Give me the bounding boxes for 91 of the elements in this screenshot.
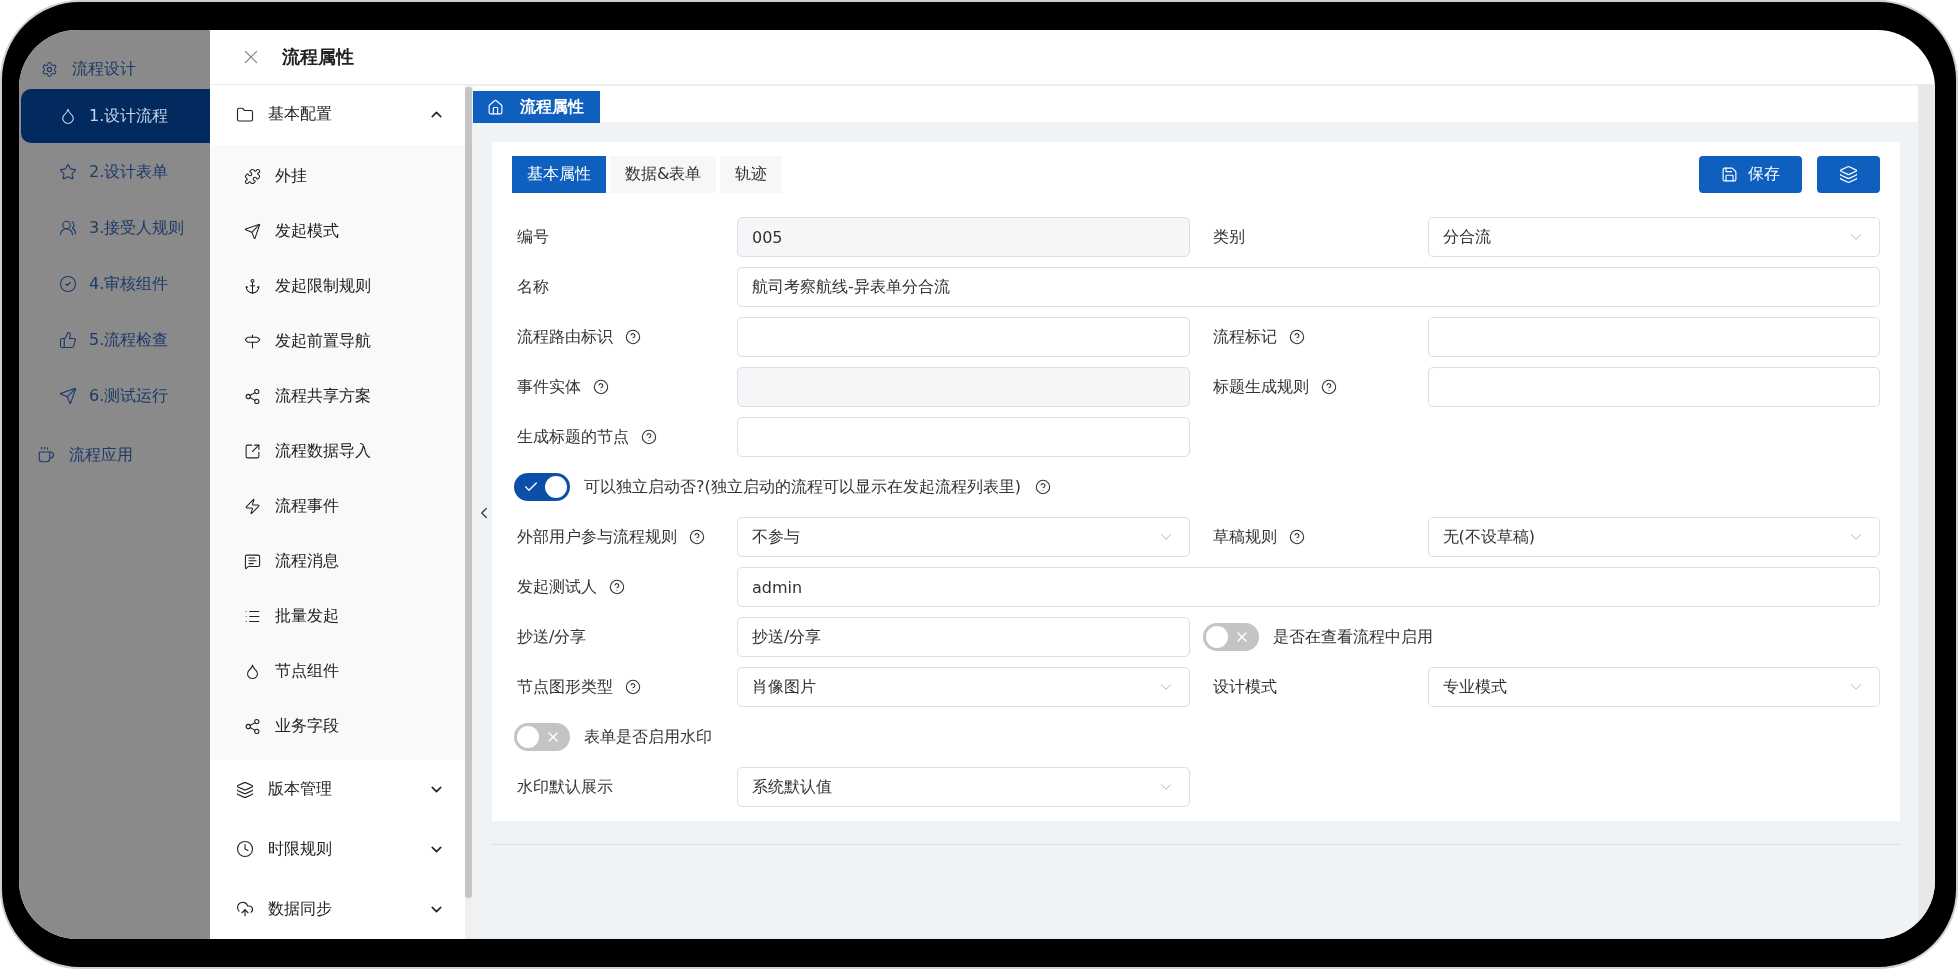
menu-item[interactable]: 批量发起: [210, 588, 465, 644]
message-icon: [244, 552, 261, 570]
help-icon[interactable]: [641, 429, 657, 445]
field-label: 设计模式: [1212, 676, 1277, 698]
signpost-icon: [244, 332, 261, 350]
help-icon[interactable]: [609, 579, 625, 595]
menu-item[interactable]: 流程数据导入: [210, 423, 465, 479]
home-icon: [487, 98, 504, 116]
help-icon[interactable]: [1288, 329, 1305, 345]
text-input[interactable]: [737, 367, 1190, 407]
nav-title: 流程设计: [72, 58, 136, 80]
tab[interactable]: 数据&表单: [610, 156, 717, 193]
toggle-label: 表单是否启用水印: [584, 726, 712, 748]
help-icon[interactable]: [1035, 479, 1051, 495]
help-icon[interactable]: [689, 529, 705, 545]
field-label: 水印默认展示: [517, 776, 613, 798]
text-input[interactable]: 航司考察航线-异表单分合流: [737, 267, 1880, 307]
select-field[interactable]: 无(不设草稿): [1427, 517, 1880, 557]
clock-icon: [236, 840, 254, 859]
folder-icon: [236, 105, 254, 124]
menu-item[interactable]: 业务字段: [210, 698, 465, 754]
menu-item[interactable]: 发起模式: [210, 203, 465, 259]
text-input[interactable]: [737, 417, 1190, 457]
field-label: 草稿规则: [1212, 526, 1277, 548]
menu-item[interactable]: 发起前置导航: [210, 313, 465, 369]
layers-icon: [1839, 165, 1858, 184]
puzzle-icon: [244, 167, 261, 185]
share-icon: [244, 387, 261, 405]
toggle-switch[interactable]: [1202, 623, 1259, 651]
text-input[interactable]: [1427, 367, 1880, 407]
select-field[interactable]: 不参与: [737, 517, 1190, 557]
select-field[interactable]: 专业模式: [1427, 667, 1880, 707]
select-field[interactable]: 系统默认值: [737, 767, 1190, 807]
help-icon[interactable]: [1320, 379, 1337, 395]
menu-item[interactable]: 流程共享方案: [210, 368, 465, 424]
menu-item[interactable]: 外挂: [210, 148, 465, 204]
field-label: 标题生成规则: [1212, 376, 1309, 398]
field-label: 名称: [517, 276, 549, 298]
help-icon[interactable]: [625, 329, 641, 345]
select-field[interactable]: 分合流: [1427, 217, 1880, 257]
field-label: 发起测试人: [517, 576, 597, 598]
field-label: 类别: [1212, 226, 1245, 248]
cup-icon: [37, 446, 55, 464]
select-field[interactable]: 肖像图片: [737, 667, 1190, 707]
field-label: 外部用户参与流程规则: [517, 526, 677, 548]
nav-item[interactable]: 1.设计流程: [21, 89, 210, 143]
text-input[interactable]: [1427, 317, 1880, 357]
menu-item[interactable]: 发起限制规则: [210, 258, 465, 314]
field-label: 生成标题的节点: [517, 426, 629, 448]
external-link-icon: [244, 442, 261, 460]
layers-button[interactable]: [1817, 156, 1880, 193]
toggle-label: 可以独立启动否?(独立启动的流程可以显示在发起流程列表里): [584, 476, 1021, 498]
field-label: 节点图形类型: [517, 676, 613, 698]
check-circle-icon: [59, 275, 77, 293]
menu-item[interactable]: 节点组件: [210, 643, 465, 699]
text-input[interactable]: 抄送/分享: [737, 617, 1190, 657]
users-icon: [59, 219, 77, 237]
send-icon: [59, 387, 77, 405]
scrollbar-thumb[interactable]: [465, 87, 472, 899]
settings-icon: [41, 60, 58, 78]
lightning-icon: [244, 497, 261, 515]
help-icon[interactable]: [1288, 529, 1305, 545]
tab[interactable]: 基本属性: [512, 156, 606, 193]
help-icon[interactable]: [625, 679, 641, 695]
anchor-icon: [244, 277, 261, 295]
toggle-switch[interactable]: [514, 473, 570, 501]
field-label: 编号: [517, 226, 549, 248]
menu-item[interactable]: 流程事件: [210, 478, 465, 534]
cloud-upload-icon: [236, 900, 254, 919]
star-icon: [59, 163, 77, 181]
field-label: 抄送/分享: [517, 626, 587, 648]
field-label: 事件实体: [517, 376, 581, 398]
droplet-icon: [59, 107, 77, 125]
text-input[interactable]: [737, 317, 1190, 357]
field-label: 流程标记: [1212, 326, 1277, 348]
menu-item[interactable]: 流程消息: [210, 533, 465, 589]
toggle-switch[interactable]: [514, 723, 570, 751]
share-icon: [244, 717, 261, 735]
thumbs-up-icon: [59, 331, 77, 349]
send-icon: [244, 222, 261, 240]
help-icon[interactable]: [593, 379, 609, 395]
layers-icon: [236, 780, 254, 799]
breadcrumb-tab[interactable]: 流程属性: [473, 91, 600, 123]
drawer-title: 流程属性: [282, 45, 354, 69]
save-button[interactable]: 保存: [1699, 156, 1802, 193]
text-input[interactable]: admin: [737, 567, 1880, 607]
field-label: 流程路由标识: [517, 326, 613, 348]
droplet-icon: [244, 662, 261, 680]
toggle-label: 是否在查看流程中启用: [1272, 626, 1433, 648]
text-input[interactable]: 005: [737, 217, 1190, 257]
tab[interactable]: 轨迹: [720, 156, 783, 193]
